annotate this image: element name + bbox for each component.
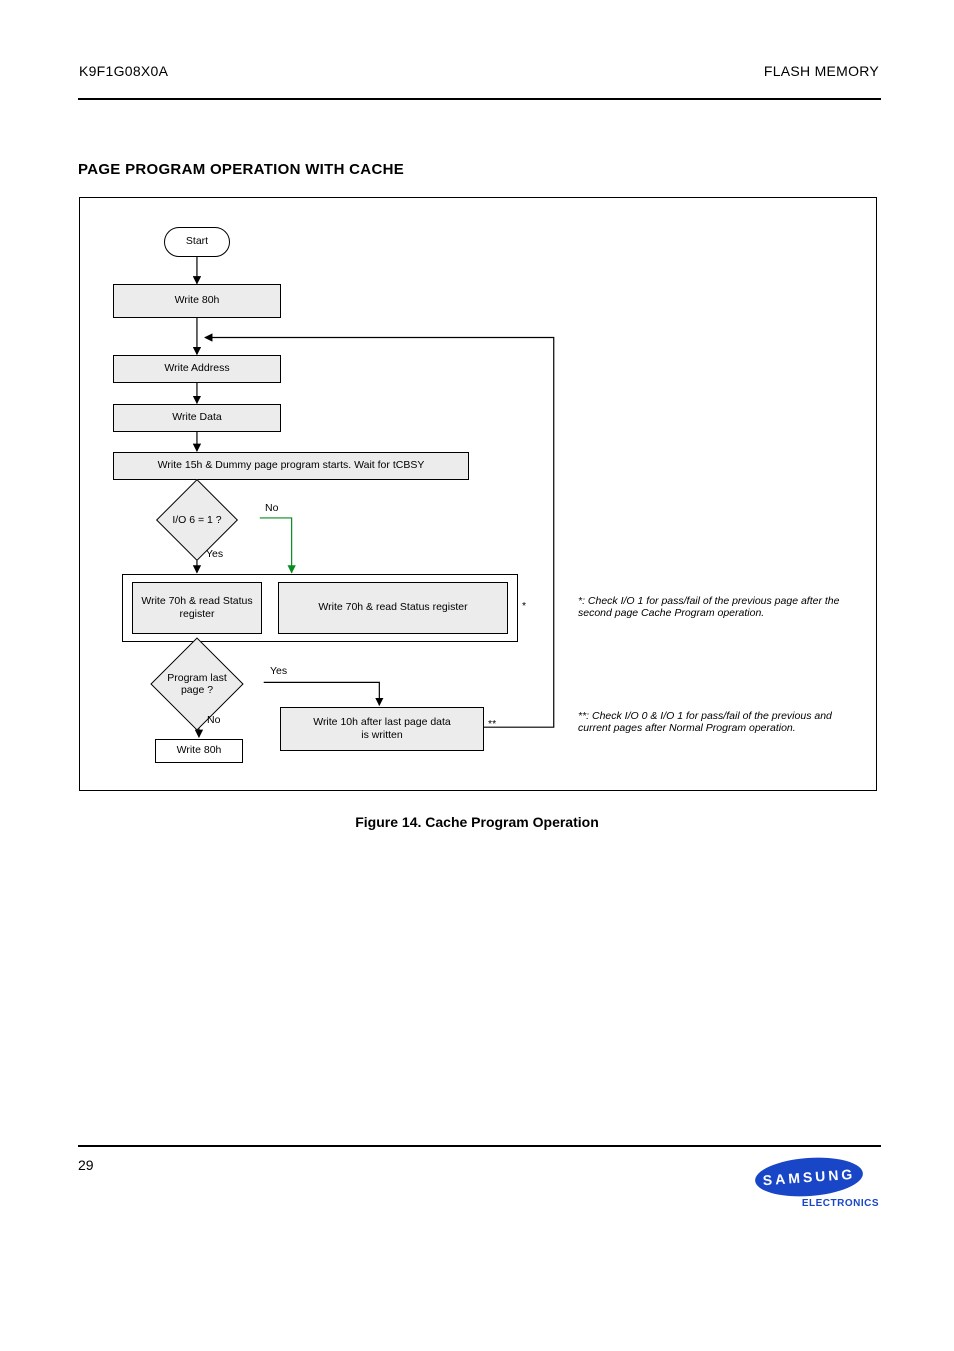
asterisk-single: * — [522, 600, 526, 612]
process-write-15h-wait-label: Write 15h & Dummy page program starts. W… — [158, 459, 425, 472]
footnote-star: *: Check I/O 1 for pass/fail of the prev… — [578, 595, 864, 619]
process-write-15h-wait: Write 15h & Dummy page program starts. W… — [113, 452, 469, 480]
edge-label-io6-yes: Yes — [206, 548, 223, 560]
process-write-70h-right: Write 70h & read Status register — [278, 582, 508, 634]
header-right: FLASH MEMORY — [764, 63, 879, 79]
flowchart-container: Start Write 80h Write Address Write Data… — [79, 197, 877, 791]
process-write-80h-end: Write 80h — [155, 739, 243, 763]
terminator-start-label: Start — [186, 235, 208, 248]
process-write-data-label: Write Data — [172, 411, 221, 424]
process-write-10h-label: Write 10h after last page data is writte… — [313, 716, 451, 742]
decision-last-page-label: Program last page ? — [130, 660, 264, 708]
process-write-70h-left-label: Write 70h & read Status register — [133, 595, 261, 621]
process-write-data: Write Data — [113, 404, 281, 432]
brand-logo-sub: ELECTRONICS — [802, 1198, 879, 1209]
process-write-80h-end-label: Write 80h — [177, 744, 222, 757]
process-write-address-label: Write Address — [164, 362, 229, 375]
terminator-start: Start — [164, 227, 230, 257]
figure-caption: Figure 14. Cache Program Operation — [78, 814, 876, 830]
process-write-80h-label: Write 80h — [175, 294, 220, 307]
process-write-10h: Write 10h after last page data is writte… — [280, 707, 484, 751]
process-write-70h-right-label: Write 70h & read Status register — [318, 601, 467, 614]
page-number: 29 — [78, 1157, 94, 1173]
process-write-80h: Write 80h — [113, 284, 281, 318]
process-write-address: Write Address — [113, 355, 281, 383]
brand-logo-text: SAMSUNG — [762, 1166, 855, 1188]
edge-label-last-yes: Yes — [270, 665, 287, 677]
asterisk-double: ** — [488, 718, 496, 730]
decision-io6-label: I/O 6 = 1 ? — [134, 498, 260, 541]
footer-rule — [78, 1145, 881, 1147]
process-write-70h-left: Write 70h & read Status register — [132, 582, 262, 634]
section-title: PAGE PROGRAM OPERATION WITH CACHE — [78, 161, 404, 178]
brand-logo: SAMSUNG ELECTRONICS — [739, 1158, 879, 1218]
decision-last-page: Program last page ? — [130, 660, 264, 708]
edge-label-last-no: No — [207, 714, 220, 726]
edge-label-io6-no: No — [265, 502, 278, 514]
header-rule — [78, 98, 881, 100]
footnote-double-star: **: Check I/O 0 & I/O 1 for pass/fail of… — [578, 710, 864, 734]
decision-io6: I/O 6 = 1 ? — [134, 498, 260, 541]
header-left: K9F1G08X0A — [79, 63, 168, 79]
